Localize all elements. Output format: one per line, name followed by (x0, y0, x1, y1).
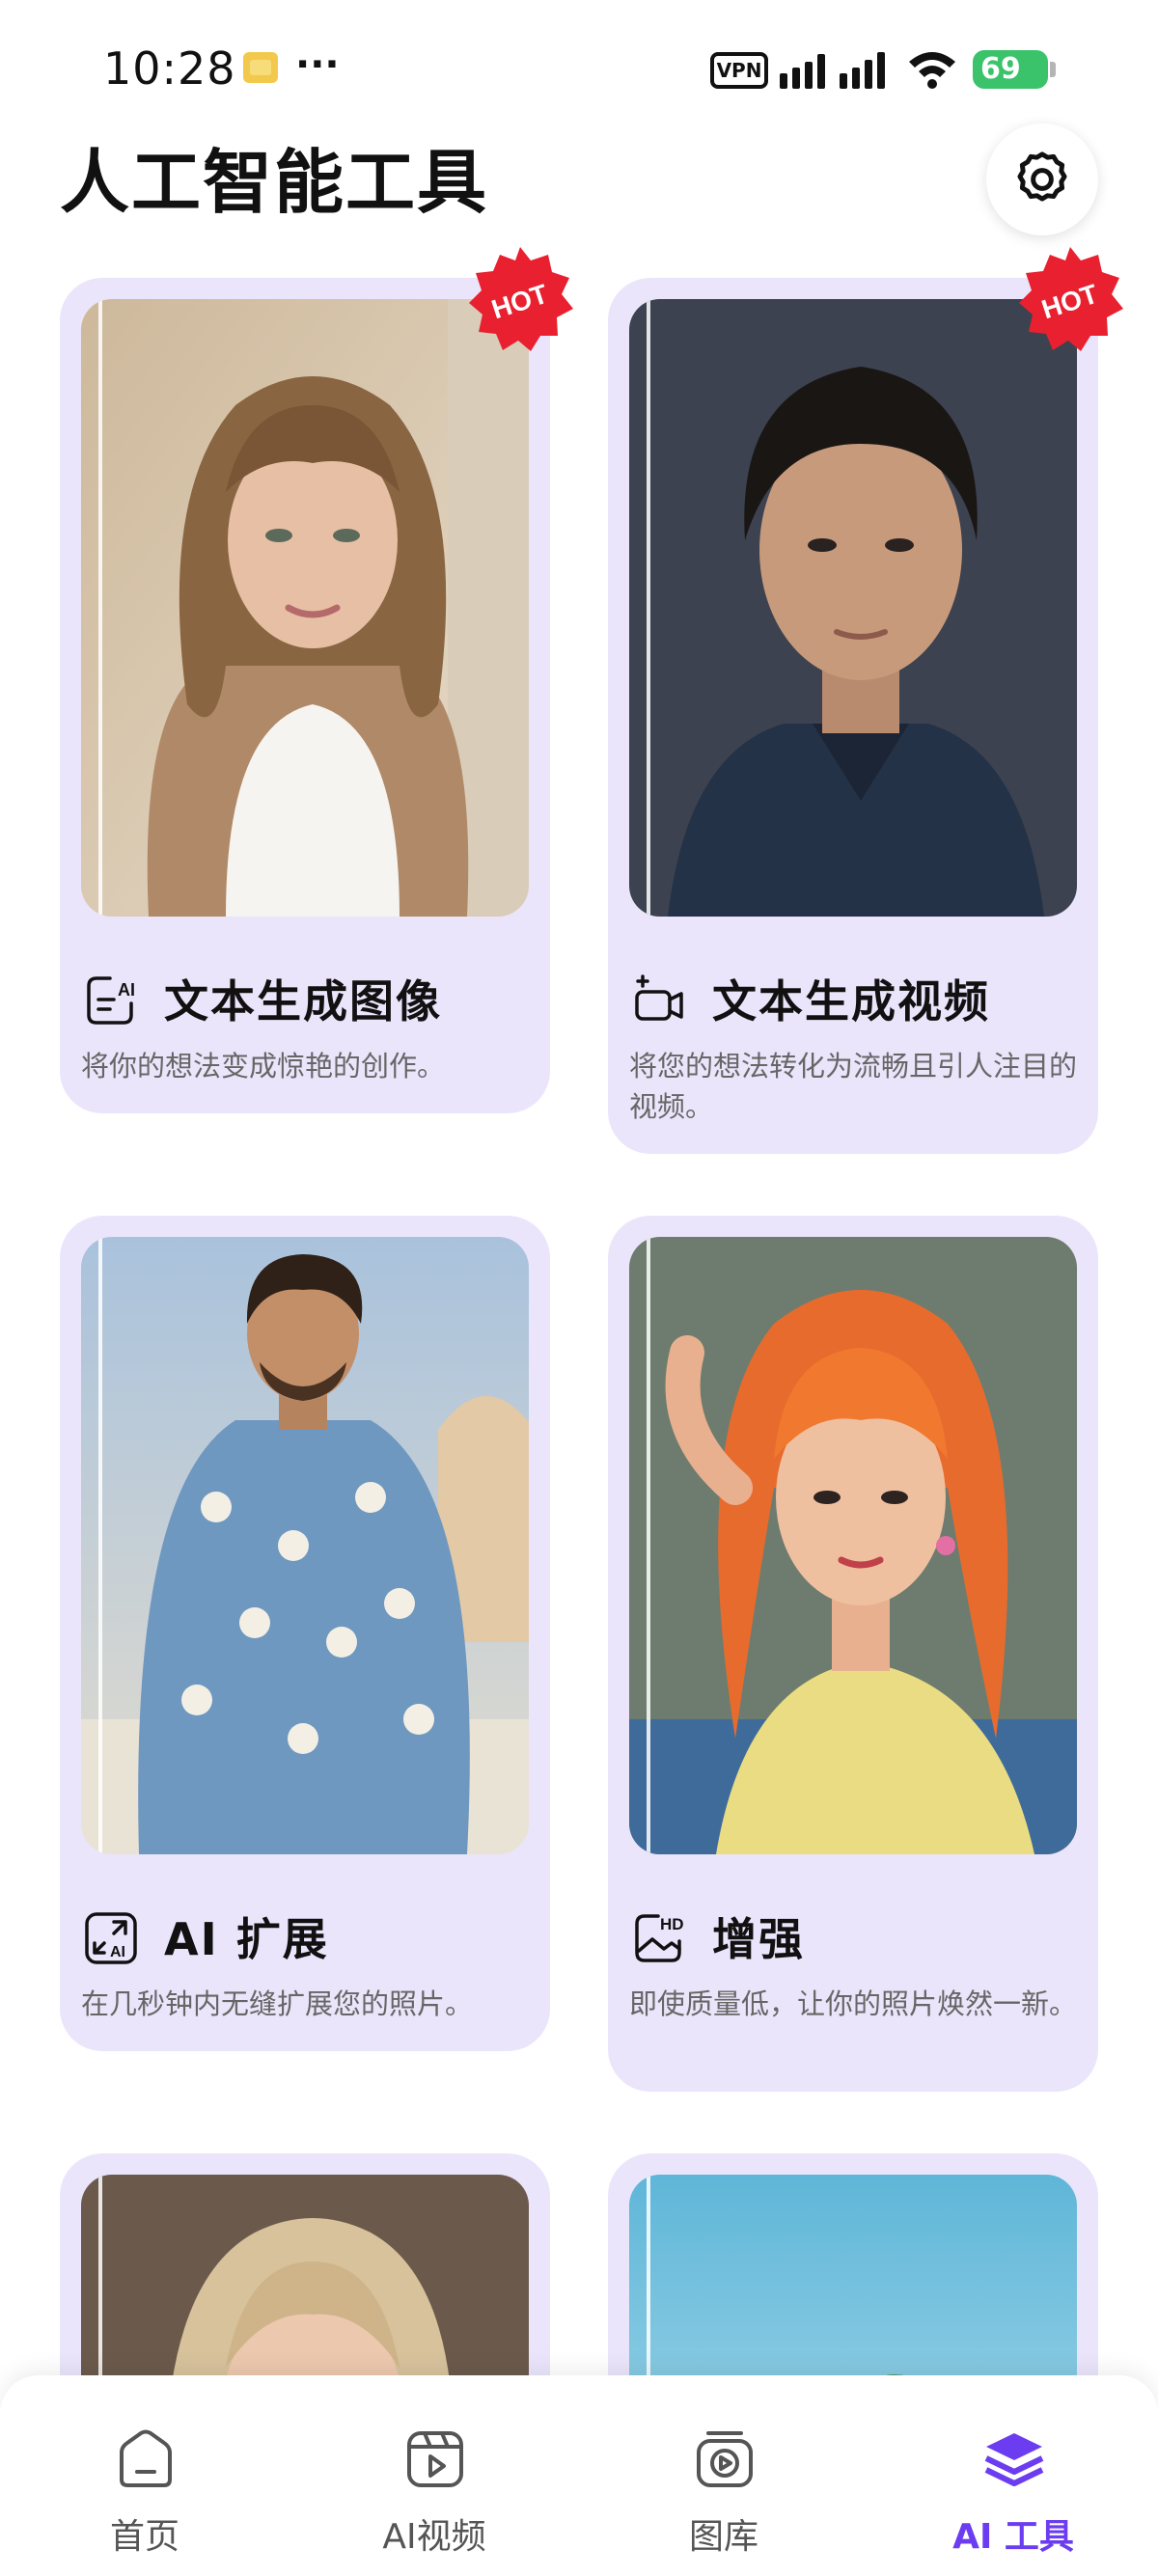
hot-badge: HOT (469, 247, 573, 351)
card-description: 即使质量低，让你的照片焕然一新。 (629, 1987, 1078, 2020)
preview-image-girl (629, 1237, 1077, 1854)
nav-home[interactable]: 首页 (0, 2375, 290, 2576)
status-time: 10:28 (103, 42, 236, 95)
nav-label: 图库 (688, 2517, 758, 2557)
video-icon (407, 2431, 463, 2487)
gear-icon (1017, 151, 1067, 202)
card-title: 增强 (712, 1913, 805, 1965)
hot-badge: HOT (1019, 247, 1123, 351)
text-to-video-icon (635, 974, 683, 1021)
vpn-badge: VPN (710, 52, 768, 89)
tool-card-text-to-image[interactable]: AI 文本生成图像 将你的想法变成惊艳的创作。 (60, 278, 550, 1113)
compare-divider[interactable] (98, 299, 102, 917)
svg-text:AI: AI (118, 980, 135, 1000)
card-description: 将您的想法转化为流畅且引人注目的视频。 (629, 1050, 1078, 1123)
preview-image-woman (81, 299, 529, 917)
nav-ai-tools[interactable]: AI 工具 (868, 2375, 1158, 2576)
page-title: 人工智能工具 (60, 142, 489, 223)
more-notifications-icon: ··· (295, 42, 340, 87)
nav-label: 首页 (109, 2517, 179, 2557)
tool-card-enhance[interactable]: HD 增强 即使质量低，让你的照片焕然一新。 (608, 1216, 1098, 2092)
battery-indicator: 69 (973, 50, 1056, 89)
bottom-navigation: 首页 AI视频 图库 AI 工具 (0, 2375, 1158, 2576)
settings-button[interactable] (986, 123, 1098, 235)
svg-text:HD: HD (660, 1915, 684, 1933)
wifi-icon (909, 52, 955, 89)
nav-gallery[interactable]: 图库 (579, 2375, 868, 2576)
notification-icon (243, 52, 278, 83)
card-title: AI 扩展 (164, 1913, 329, 1965)
compare-divider[interactable] (647, 299, 650, 917)
ai-expand-icon: AI (85, 1912, 137, 1964)
card-description: 在几秒钟内无缝扩展您的照片。 (81, 1987, 474, 2020)
card-description: 将你的想法变成惊艳的创作。 (81, 1050, 446, 1082)
svg-text:AI: AI (110, 1944, 125, 1960)
card-title: 文本生成图像 (164, 975, 442, 1028)
nav-label: AI 工具 (952, 2517, 1074, 2557)
preview-image-man (81, 1237, 529, 1854)
gallery-icon (697, 2431, 753, 2487)
tool-card-text-to-video[interactable]: 文本生成视频 将您的想法转化为流畅且引人注目的视频。 (608, 278, 1098, 1154)
hd-enhance-icon: HD (635, 1914, 684, 1962)
text-to-image-icon: AI (87, 976, 135, 1025)
tool-card-ai-expand[interactable]: AI AI 扩展 在几秒钟内无缝扩展您的照片。 (60, 1216, 550, 2051)
nav-label: AI视频 (382, 2517, 486, 2557)
preview-image-boy (629, 299, 1077, 917)
layers-icon (984, 2433, 1044, 2486)
card-title: 文本生成视频 (712, 975, 990, 1028)
nav-ai-video[interactable]: AI视频 (290, 2375, 579, 2576)
compare-divider[interactable] (647, 1237, 650, 1854)
status-bar: 10:28 ··· VPN 69 (0, 0, 1158, 135)
home-icon (120, 2429, 172, 2487)
compare-divider[interactable] (98, 1237, 102, 1854)
signal-icon (780, 52, 885, 89)
